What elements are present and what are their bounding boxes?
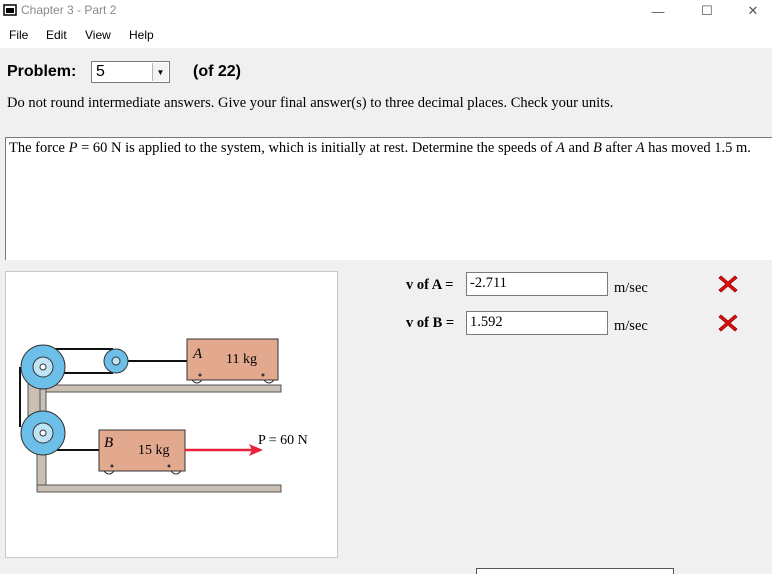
answer-unit-va: m/sec: [614, 280, 648, 296]
window-title: Chapter 3 - Part 2: [21, 3, 117, 17]
answer-unit-vb: m/sec: [614, 318, 648, 334]
menu-file[interactable]: File: [9, 28, 28, 42]
problem-count: (of 22): [193, 63, 241, 80]
upper-pulley: [20, 344, 66, 390]
block-b-letter: B: [104, 435, 113, 451]
answer-input-va[interactable]: -2.711: [466, 272, 608, 296]
variable-b: B: [593, 140, 602, 156]
title-bar: Chapter 3 - Part 2 — ☐ ✕: [0, 0, 772, 22]
variable-a: A: [555, 140, 565, 156]
block-a-letter: A: [192, 346, 203, 362]
instructions: Do not round intermediate answers. Give …: [7, 95, 614, 111]
problem-select-value: 5: [96, 63, 105, 80]
force-arrow: P = 60 N: [185, 433, 308, 456]
submit-button-partial[interactable]: [476, 568, 674, 574]
block-b-mass: 15 kg: [138, 443, 170, 458]
pulley-system-diagram: A 11 kg B 15 kg P = 60 N: [19, 338, 308, 493]
lower-pulley: [20, 410, 66, 456]
block-a: A 11 kg: [186, 338, 279, 384]
statement-part: after: [601, 140, 636, 156]
statement-part: has moved 1.5 m.: [644, 140, 751, 156]
app-icon: [3, 4, 17, 16]
small-pulley: [103, 348, 129, 374]
statement-part: The force: [9, 140, 69, 156]
maximize-button[interactable]: ☐: [684, 0, 730, 22]
maximize-icon: ☐: [701, 3, 713, 18]
problem-figure: A 11 kg B 15 kg P = 60 N: [5, 271, 338, 558]
menu-bar: File Edit View Help: [0, 22, 772, 48]
block-b: B 15 kg: [98, 429, 186, 475]
minimize-button[interactable]: —: [635, 0, 681, 22]
force-label: P = 60 N: [258, 433, 308, 448]
problem-label: Problem:: [7, 63, 77, 80]
answer-label-va: v of A =: [406, 277, 454, 293]
incorrect-icon: [718, 314, 738, 332]
problem-statement-box: The force P = 60 N is applied to the sys…: [5, 137, 772, 260]
menu-view[interactable]: View: [85, 28, 111, 42]
close-icon: ✕: [747, 3, 759, 18]
variable-a: A: [635, 140, 645, 156]
problem-select[interactable]: 5 ▼: [91, 61, 170, 83]
menu-edit[interactable]: Edit: [46, 28, 67, 42]
problem-statement: The force P = 60 N is applied to the sys…: [9, 140, 754, 158]
menu-help[interactable]: Help: [129, 28, 154, 42]
answer-label-vb: v of B =: [406, 315, 455, 331]
block-a-mass: 11 kg: [226, 352, 257, 367]
dropdown-arrow-icon[interactable]: ▼: [152, 63, 168, 81]
statement-part: and: [564, 140, 594, 156]
incorrect-icon: [718, 275, 738, 293]
close-button[interactable]: ✕: [730, 0, 772, 22]
answer-input-vb[interactable]: 1.592: [466, 311, 608, 335]
minimize-icon: —: [651, 3, 665, 19]
statement-part: = 60 N is applied to the system, which i…: [77, 140, 556, 156]
